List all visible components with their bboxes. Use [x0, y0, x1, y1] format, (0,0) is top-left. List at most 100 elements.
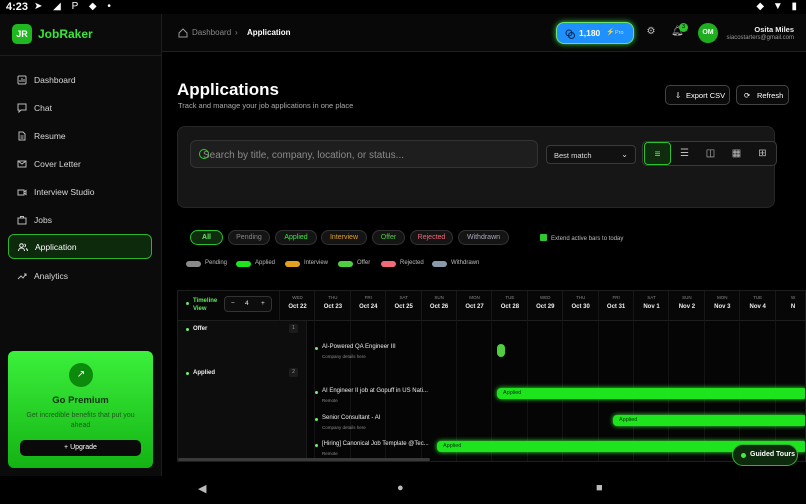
refresh-label: Refresh — [757, 91, 784, 100]
search-input[interactable] — [203, 147, 533, 163]
group-count: 2 — [289, 368, 298, 377]
day-date: Oct 30 — [571, 304, 590, 310]
row-title: AI-Powered QA Engineer III — [322, 344, 396, 350]
applied-bar[interactable]: Applied — [497, 388, 805, 399]
sidebar-item-label: Dashboard — [34, 75, 76, 85]
home-icon[interactable]: ● — [397, 482, 404, 494]
timeline-view-button[interactable]: ≡ — [644, 142, 671, 165]
extend-bars-toggle[interactable]: Extend active bars to today — [540, 234, 623, 242]
table-row[interactable]: AI-Powered QA Engineer III Company detai… — [307, 339, 805, 365]
applied-bar[interactable]: Applied — [613, 415, 805, 426]
day-date: Oct 29 — [536, 304, 555, 310]
sidebar-item-label: Application — [35, 242, 77, 252]
day-column: FRI Oct 31 — [597, 291, 633, 321]
day-column: THU Oct 30 — [562, 291, 597, 321]
app-name: JobRaker — [38, 27, 93, 41]
day-date: Oct 25 — [394, 304, 413, 310]
sidebar-item-dashboard[interactable]: Dashboard — [8, 68, 152, 92]
day-of-week: TUE — [505, 295, 515, 300]
page-title: Applications — [177, 80, 280, 99]
breadcrumb-current: Application — [247, 28, 291, 37]
sidebar-item-label: Resume — [34, 131, 66, 141]
dashboard-icon — [17, 75, 27, 85]
breadcrumb-dashboard[interactable]: Dashboard — [192, 28, 231, 37]
zoom-stepper[interactable]: − 4 + — [224, 296, 272, 312]
day-date: N — [790, 304, 796, 310]
refresh-button[interactable]: ⟳ Refresh — [736, 85, 789, 105]
day-column: MON Oct 27 — [456, 291, 491, 321]
day-of-week: SUN — [682, 295, 692, 300]
calendar-view-button[interactable]: ▦ — [723, 142, 750, 165]
export-csv-label: Export CSV — [686, 91, 726, 100]
chip-rejected[interactable]: Rejected — [410, 230, 453, 245]
search-box[interactable] — [190, 140, 538, 168]
filter-panel: Best match ⌄ ≡ ☰ ◫ ▦ ⊞ All Pending Appli… — [177, 126, 777, 245]
avatar[interactable]: OM — [698, 23, 718, 43]
sidebar-item-chat[interactable]: Chat — [8, 96, 152, 120]
sidebar-item-analytics[interactable]: Analytics — [8, 264, 152, 288]
day-of-week: THU — [328, 295, 338, 300]
back-icon[interactable]: ◀ — [198, 482, 206, 495]
chip-interview[interactable]: Interview — [321, 230, 367, 245]
sidebar-item-jobs[interactable]: Jobs — [8, 208, 152, 232]
upgrade-button[interactable]: + Upgrade — [20, 440, 141, 456]
day-column: FRI Oct 24 — [349, 291, 385, 321]
plus-icon[interactable]: + — [261, 300, 265, 307]
row-subtitle: Company details here — [322, 354, 366, 359]
day-date: Oct 23 — [323, 304, 343, 310]
day-of-week: TUE — [753, 295, 763, 300]
chip-pending[interactable]: Pending — [228, 230, 270, 245]
group-applied[interactable]: Applied 2 — [178, 365, 307, 461]
checkbox[interactable] — [540, 234, 547, 241]
day-column: WED Oct 29 — [526, 291, 562, 321]
sidebar-item-application[interactable]: Application — [8, 234, 152, 259]
system-icons: ◆ ▼ ▮ — [756, 1, 800, 12]
notification-count: 3 — [679, 23, 688, 32]
status-dot — [186, 328, 189, 331]
chip-label: Pending — [236, 234, 262, 241]
download-icon: ⇩ — [675, 91, 682, 100]
sidebar-item-cover-letter[interactable]: Cover Letter — [8, 152, 152, 176]
list-view-button[interactable]: ☰ — [671, 142, 698, 165]
chip-all[interactable]: All — [190, 230, 223, 245]
grid-view-button[interactable]: ⊞ — [749, 142, 776, 165]
day-of-week: MON — [469, 295, 480, 300]
chip-label: Offer — [380, 234, 397, 241]
day-date: Oct 27 — [465, 304, 484, 310]
guided-tours-label: Guided Tours — [750, 451, 795, 458]
sidebar-item-resume[interactable]: Resume — [8, 124, 152, 148]
premium-subtitle: Get incredible benefits that put you ahe… — [26, 412, 135, 429]
chip-offer[interactable]: Offer — [372, 230, 405, 245]
user-email: siacostarters@gmail.com — [726, 35, 794, 41]
briefcase-icon — [17, 216, 27, 225]
sidebar-item-interview-studio[interactable]: Interview Studio — [8, 180, 152, 204]
status-dot — [315, 347, 318, 350]
day-date: Oct 22 — [288, 304, 307, 310]
status-dot — [186, 302, 189, 305]
offer-bar[interactable] — [497, 344, 505, 357]
recents-icon[interactable]: ■ — [596, 482, 603, 494]
columns-view-button[interactable]: ◫ — [697, 142, 724, 165]
day-date: Nov 2 — [678, 304, 696, 310]
chip-label: Withdrawn — [466, 234, 501, 241]
pro-tag: Pro — [615, 30, 624, 36]
horizontal-scrollbar[interactable] — [178, 458, 430, 461]
day-column: WN — [774, 291, 805, 321]
guided-tours-button[interactable]: Guided Tours — [732, 444, 798, 466]
sidebar-item-label: Analytics — [34, 271, 69, 281]
export-csv-button[interactable]: ⇩ Export CSV — [665, 85, 730, 105]
group-name: Offer — [193, 326, 208, 332]
timeline-chart: Timeline View − 4 + WED Oct 22 THU Oct 23 FR… — [177, 290, 806, 462]
gear-icon[interactable]: ⚙ — [645, 26, 657, 38]
status-dot — [315, 444, 318, 447]
chip-withdrawn[interactable]: Withdrawn — [458, 230, 509, 245]
chip-applied[interactable]: Applied — [275, 230, 317, 245]
app-logo[interactable]: JR — [12, 24, 32, 44]
day-of-week: WED — [292, 295, 303, 300]
minus-icon[interactable]: − — [231, 300, 235, 307]
credits-badge[interactable]: 1,180 ⚡ Pro — [556, 22, 634, 44]
home-icon[interactable] — [178, 28, 188, 38]
sort-select[interactable]: Best match ⌄ — [546, 145, 636, 164]
chip-label: Applied — [284, 234, 308, 241]
status-dot — [186, 372, 189, 375]
